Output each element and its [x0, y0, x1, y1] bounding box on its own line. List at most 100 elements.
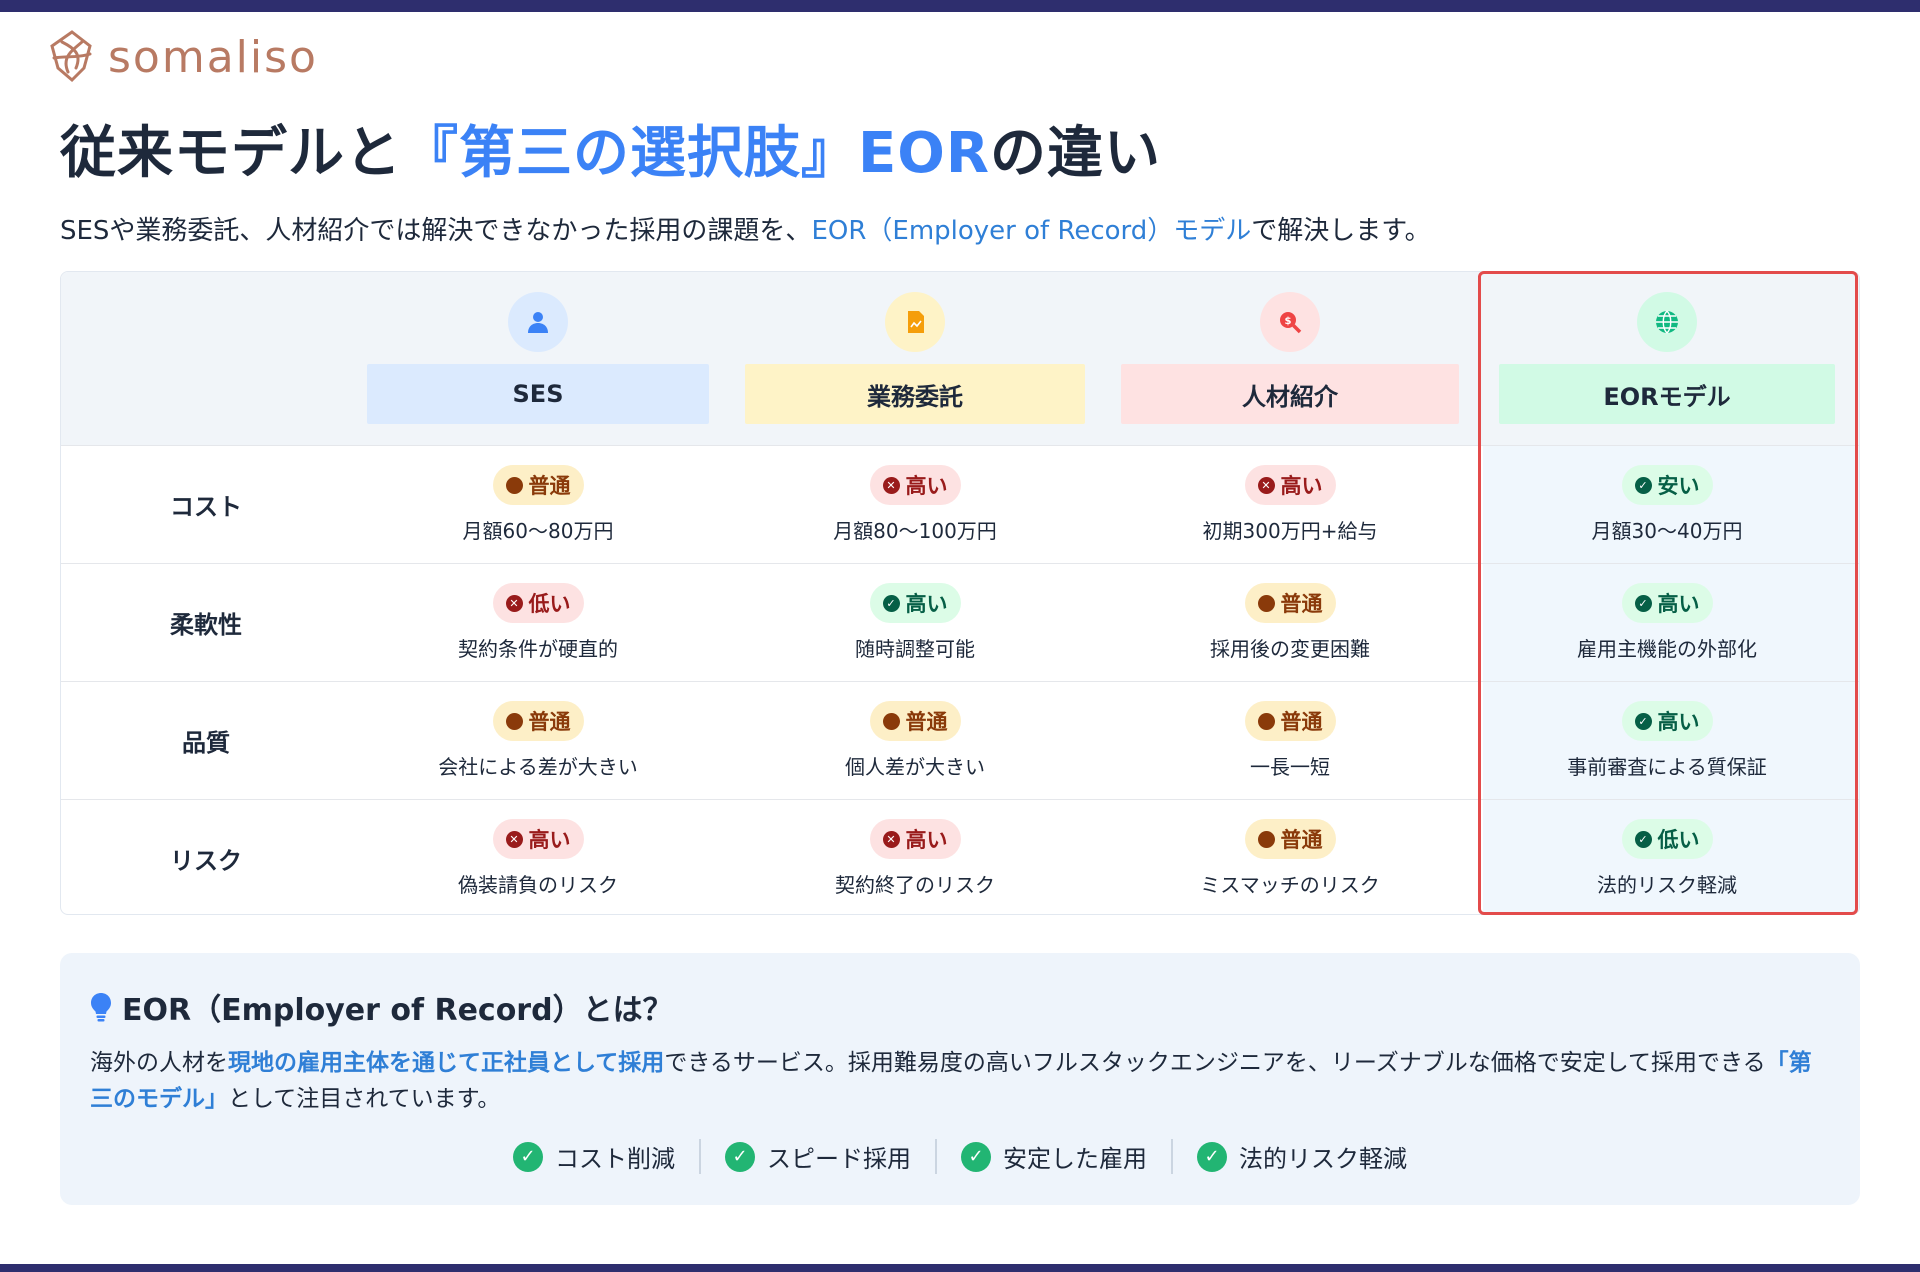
rating-badge: ✓ 安い: [1621, 465, 1713, 505]
dot-icon: [505, 712, 523, 730]
check-circle-icon: ✓: [961, 1141, 991, 1172]
cell-description: 雇用主機能の外部化: [1577, 637, 1757, 661]
column-label: 業務委託: [745, 364, 1085, 424]
benefit-label: 法的リスク軽減: [1239, 1145, 1407, 1173]
table-row: リスク ✕ 高い 偽装請負のリスク ✕ 高い 契約終了のリスク 普通 ミスマッチのリスク ✓ 低い法…: [61, 799, 1859, 914]
x-icon: ✕: [882, 476, 900, 494]
rating-badge: ✕ 高い: [1244, 465, 1336, 505]
info-highlight-1: 現地の雇用主体を通じて正社員として採用: [228, 1050, 665, 1076]
row-label: リスク: [170, 847, 242, 875]
info-title: EOR（Employer of Record）とは？: [90, 985, 673, 1029]
rating-badge: ✕ 低い: [492, 583, 584, 623]
benefit-item: ✓ 安定した雇用: [935, 1139, 1171, 1174]
title-accent: 『第三の選択肢』EOR: [402, 121, 990, 186]
globe-icon-badge: [1637, 292, 1697, 352]
benefit-label: スピード採用: [767, 1145, 911, 1173]
dot-icon: [882, 712, 900, 730]
cell-description: 個人差が大きい: [845, 755, 985, 779]
table-cell: ✓ 低い法的リスク軽減: [1499, 800, 1835, 914]
table-cell: 普通 個人差が大きい: [745, 682, 1085, 799]
table-cell: ✕ 高い 月額80〜100万円: [745, 446, 1085, 563]
badge-label: 低い: [528, 592, 571, 616]
table-row: コスト 普通 月額60〜80万円 ✕ 高い 月額80〜100万円 ✕ 高い 初期300万円+給与…: [61, 445, 1859, 563]
check-icon: ✓: [1634, 476, 1652, 494]
page-title: 従来モデルと『第三の選択肢』EORの違い: [60, 108, 1161, 189]
column-label: SES: [367, 364, 709, 424]
row-label: 品質: [182, 729, 230, 757]
x-icon: ✕: [505, 594, 523, 612]
badge-label: 高い: [905, 474, 948, 498]
info-description: 海外の人材を現地の雇用主体を通じて正社員として採用できるサービス。採用難易度の高…: [90, 1045, 1830, 1117]
brand-logo[interactable]: somaliso: [44, 28, 318, 86]
cell-description: 事前審査による質保証: [1567, 755, 1767, 779]
table-cell: ✕ 高い 契約終了のリスク: [745, 800, 1085, 914]
check-circle-icon: ✓: [513, 1141, 543, 1172]
table-cell: 普通ミスマッチのリスク: [1121, 800, 1459, 914]
column-header: SES: [367, 272, 709, 445]
check-icon: ✓: [882, 594, 900, 612]
badge-label: 普通: [528, 710, 571, 734]
table-cell: ✓ 高い 随時調整可能: [745, 564, 1085, 681]
table-cell: ✕ 高い初期300万円+給与: [1121, 446, 1459, 563]
badge-label: 高い: [1657, 710, 1700, 734]
info-desc-2: できるサービス。採用難易度の高いフルスタックエンジニアを、リーズナブルな価格で安…: [664, 1050, 1743, 1076]
cell-description: 偽装請負のリスク: [458, 873, 618, 897]
rating-badge: 普通: [1244, 819, 1336, 859]
cell-description: 採用後の変更困難: [1210, 637, 1370, 661]
x-icon: ✕: [505, 830, 523, 848]
column-header: $ 人材紹介: [1121, 272, 1459, 445]
rating-badge: 普通: [869, 701, 961, 741]
dot-icon: [505, 476, 523, 494]
cell-description: 法的リスク軽減: [1597, 873, 1737, 897]
badge-label: 高い: [1657, 592, 1700, 616]
rating-badge: 普通: [492, 701, 584, 741]
bottom-accent-bar: [0, 1264, 1920, 1272]
badge-label: 高い: [528, 828, 571, 852]
user-icon: [528, 312, 548, 333]
benefit-label: 安定した雇用: [1003, 1145, 1147, 1173]
rating-badge: ✓ 高い: [1621, 701, 1713, 741]
badge-label: 高い: [905, 592, 948, 616]
table-cell: ✓ 高い雇用主機能の外部化: [1499, 564, 1835, 681]
table-cell: 普通会社による差が大きい: [367, 682, 709, 799]
benefit-list: ✓ コスト削減 ✓ スピード採用 ✓ 安定した雇用 ✓ 法的リスク軽減: [60, 1139, 1860, 1174]
benefit-item: ✓ 法的リスク軽減: [1171, 1139, 1431, 1174]
badge-label: 普通: [1280, 828, 1323, 852]
subtitle-after: で解決します。: [1251, 216, 1431, 246]
badge-label: 高い: [905, 828, 948, 852]
table-row: 柔軟性 ✕ 低い 契約条件が硬直的 ✓ 高い 随時調整可能 普通 採用後の変更困難 ✓ 高い 雇用主機…: [61, 563, 1859, 681]
rating-badge: ✓ 低い: [1621, 819, 1713, 859]
search-dollar-icon-badge: $: [1260, 292, 1320, 352]
dot-icon: [1257, 594, 1275, 612]
check-circle-icon: ✓: [725, 1141, 755, 1172]
brand-name: somaliso: [108, 31, 318, 83]
eor-model-link[interactable]: EOR（Employer of Record）モデル: [811, 216, 1251, 246]
x-icon: ✕: [882, 830, 900, 848]
check-icon: ✓: [1634, 830, 1652, 848]
column-label: EORモデル: [1499, 364, 1835, 424]
title-part-1: 従来モデルと: [60, 121, 402, 186]
row-label: 柔軟性: [170, 611, 242, 639]
dot-icon: [1257, 830, 1275, 848]
column-header: 業務委託: [745, 272, 1085, 445]
cell-description: 会社による差が大きい: [438, 755, 638, 779]
table-cell: 普通採用後の変更困難: [1121, 564, 1459, 681]
page-subtitle: SESや業務委託、人材紹介では解決できなかった採用の課題を、EOR（Employ…: [60, 210, 1431, 247]
badge-label: 低い: [1657, 828, 1700, 852]
badge-label: 安い: [1657, 474, 1700, 498]
badge-label: 普通: [1280, 710, 1323, 734]
rating-badge: 普通: [1244, 583, 1336, 623]
dot-icon: [1257, 712, 1275, 730]
user-icon-badge: [508, 292, 568, 352]
table-cell: ✓ 高い事前審査による質保証: [1499, 682, 1835, 799]
rating-badge: ✓ 高い: [1621, 583, 1713, 623]
x-icon: ✕: [1257, 476, 1275, 494]
cell-description: 月額30〜40万円: [1591, 519, 1743, 543]
cell-description: 月額60〜80万円: [462, 519, 614, 543]
table-cell: 普通月額60〜80万円: [367, 446, 709, 563]
check-circle-icon: ✓: [1197, 1141, 1227, 1172]
cell-description: ミスマッチのリスク: [1200, 873, 1380, 897]
benefit-item: ✓ スピード採用: [699, 1139, 935, 1174]
badge-label: 普通: [528, 474, 571, 498]
cell-description: 初期300万円+給与: [1202, 519, 1378, 543]
